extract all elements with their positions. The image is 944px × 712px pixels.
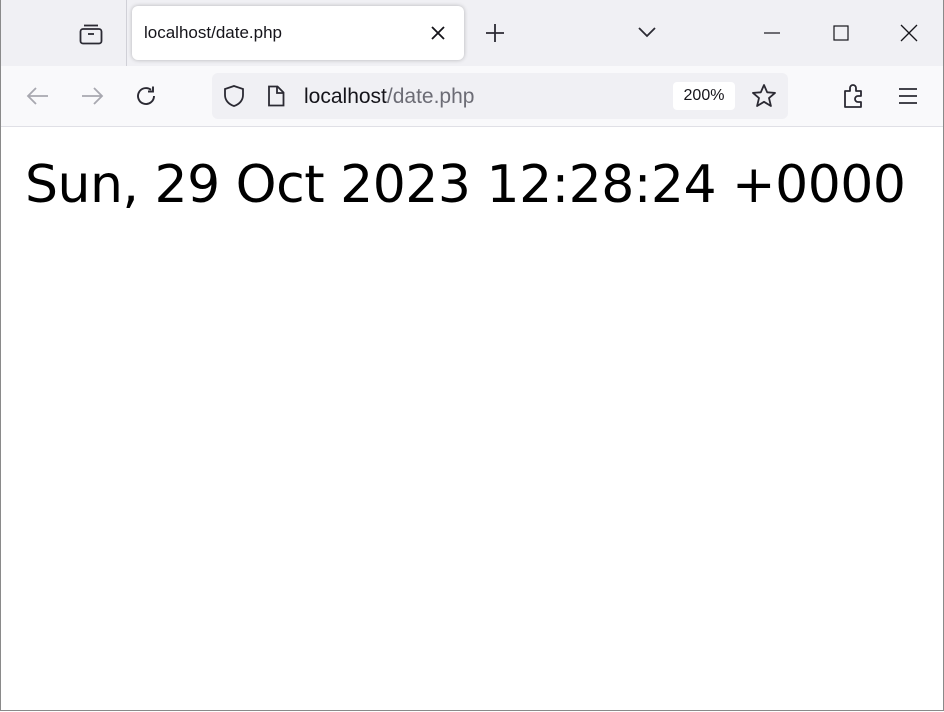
tab-manager-icon [78, 22, 104, 46]
new-tab-button[interactable] [477, 15, 513, 51]
application-menu-button[interactable] [890, 78, 926, 114]
reload-icon [134, 84, 158, 108]
hamburger-menu-icon [898, 87, 918, 105]
shield-icon[interactable] [222, 84, 246, 108]
maximize-button[interactable] [807, 0, 875, 66]
tab-title: localhost/date.php [144, 23, 282, 42]
reload-button[interactable] [128, 78, 164, 114]
plus-icon [484, 22, 506, 44]
tab-date-php[interactable]: localhost/date.php [132, 6, 464, 60]
star-icon[interactable] [751, 83, 777, 109]
close-icon [900, 24, 918, 42]
tab-manager-button[interactable] [67, 14, 115, 54]
puzzle-icon [842, 83, 866, 109]
url-host: localhost [304, 85, 387, 108]
arrow-left-icon [26, 86, 50, 106]
browser-window: localhost/date.php localhost/date.php 20… [0, 0, 944, 711]
chevron-down-icon [637, 26, 657, 38]
navigation-toolbar: localhost/date.php 200% [1, 66, 943, 127]
arrow-right-icon [80, 86, 104, 106]
extensions-button[interactable] [836, 78, 872, 114]
back-button[interactable] [20, 78, 56, 114]
close-icon [430, 25, 446, 41]
close-tab-button[interactable] [424, 19, 452, 47]
minimize-button[interactable] [738, 0, 806, 66]
minimize-icon [764, 25, 780, 41]
zoom-level-button[interactable]: 200% [673, 82, 735, 110]
date-output-text: Sun, 29 Oct 2023 12:28:24 +0000 [25, 155, 906, 215]
address-bar[interactable]: localhost/date.php 200% [212, 73, 788, 119]
maximize-icon [833, 25, 849, 41]
page-content: Sun, 29 Oct 2023 12:28:24 +0000 [1, 127, 943, 710]
url-text[interactable]: localhost/date.php [304, 85, 474, 109]
forward-button[interactable] [74, 78, 110, 114]
list-all-tabs-button[interactable] [629, 14, 665, 50]
close-window-button[interactable] [875, 0, 943, 66]
page-icon[interactable] [264, 84, 288, 108]
tab-strip-separator [126, 0, 127, 66]
tab-strip: localhost/date.php [1, 0, 943, 66]
url-path: /date.php [386, 85, 475, 108]
